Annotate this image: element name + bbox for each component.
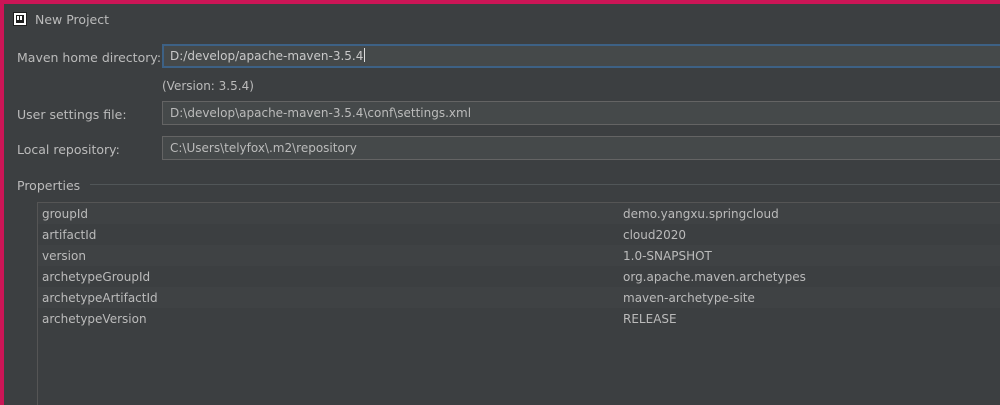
text-caret	[364, 48, 366, 62]
properties-title: Properties	[17, 178, 81, 193]
property-key: version	[42, 248, 86, 263]
property-value[interactable]: demo.yangxu.springcloud	[623, 207, 779, 221]
properties-table[interactable]: groupId demo.yangxu.springcloud artifact…	[37, 202, 1000, 405]
table-row[interactable]: archetypeVersion RELEASE	[38, 308, 1000, 329]
user-settings-value: D:\develop\apache-maven-3.5.4\conf\setti…	[170, 106, 472, 120]
maven-home-label: Maven home directory:	[17, 50, 162, 65]
user-settings-input[interactable]: D:\develop\apache-maven-3.5.4\conf\setti…	[162, 101, 1000, 125]
maven-home-value: D:/develop/apache-maven-3.5.4	[170, 49, 364, 63]
properties-separator	[90, 184, 1000, 185]
local-repository-input[interactable]: C:\Users\telyfox\.m2\repository	[162, 136, 1000, 160]
property-value[interactable]: maven-archetype-site	[623, 291, 755, 305]
property-value[interactable]: cloud2020	[623, 228, 686, 242]
property-value[interactable]: 1.0-SNAPSHOT	[623, 249, 712, 263]
property-key: artifactId	[42, 227, 97, 242]
title-bar: New Project	[4, 4, 1000, 34]
local-repository-label: Local repository:	[17, 142, 120, 157]
property-key: groupId	[42, 206, 89, 221]
table-row[interactable]: archetypeArtifactId maven-archetype-site	[38, 287, 1000, 308]
table-row[interactable]: archetypeGroupId org.apache.maven.archet…	[38, 266, 1000, 287]
intellij-idea-icon	[13, 12, 27, 26]
new-project-dialog: New Project Maven home directory: D:/dev…	[4, 4, 1000, 405]
property-value[interactable]: RELEASE	[623, 312, 677, 326]
maven-version-note: (Version: 3.5.4)	[162, 79, 254, 93]
property-key: archetypeGroupId	[42, 269, 151, 284]
maven-home-input[interactable]: D:/develop/apache-maven-3.5.4	[162, 44, 1000, 68]
table-row[interactable]: artifactId cloud2020	[38, 224, 1000, 245]
user-settings-label: User settings file:	[17, 107, 127, 122]
local-repository-value: C:\Users\telyfox\.m2\repository	[170, 141, 357, 155]
table-row[interactable]: version 1.0-SNAPSHOT	[38, 245, 1000, 266]
property-value[interactable]: org.apache.maven.archetypes	[623, 270, 806, 284]
property-key: archetypeArtifactId	[42, 290, 158, 305]
window-title: New Project	[35, 12, 110, 27]
property-key: archetypeVersion	[42, 311, 147, 326]
table-row[interactable]: groupId demo.yangxu.springcloud	[38, 203, 1000, 224]
